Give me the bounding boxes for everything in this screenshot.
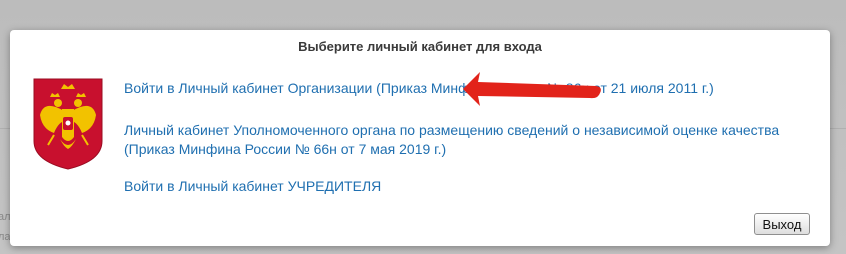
authorized-body-cabinet-link[interactable]: Личный кабинет Уполномоченного органа по… xyxy=(124,121,814,159)
russian-coat-of-arms-icon xyxy=(33,78,103,170)
background-text-fragment: ал xyxy=(0,211,11,223)
login-choice-dialog: Выберите личный кабинет для входа Войти … xyxy=(10,30,830,246)
org-cabinet-link[interactable]: Войти в Личный кабинет Организации (Прик… xyxy=(124,79,814,98)
background-text-fragment: ла xyxy=(0,231,11,243)
dialog-title: Выберите личный кабинет для входа xyxy=(298,39,542,54)
founder-cabinet-link[interactable]: Войти в Личный кабинет УЧРЕДИТЕЛЯ xyxy=(124,177,814,196)
exit-button[interactable]: Выход xyxy=(754,213,810,235)
